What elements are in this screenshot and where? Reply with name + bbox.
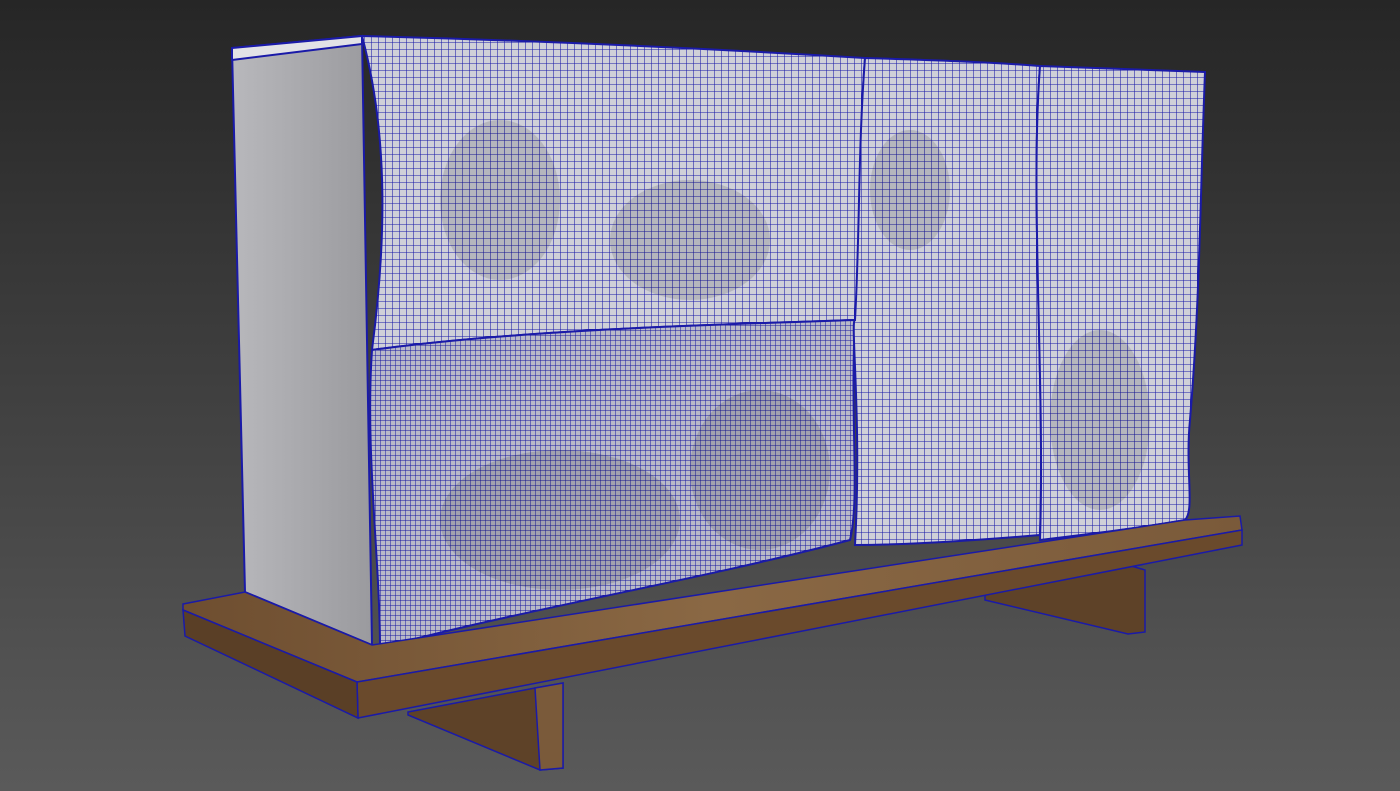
drawer-top-left-mesh	[360, 34, 867, 352]
side-panel	[230, 34, 374, 647]
door-right-left-mesh	[852, 56, 1043, 547]
viewport-render	[0, 0, 1400, 791]
leg-left-face	[534, 682, 564, 771]
